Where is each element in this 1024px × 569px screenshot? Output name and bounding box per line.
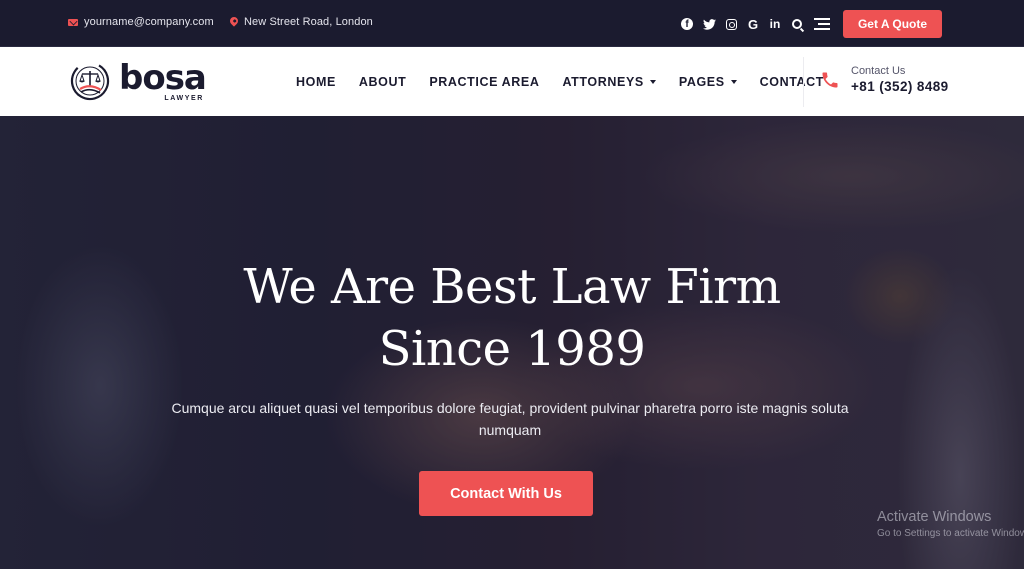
hamburger-icon-bar [814, 28, 830, 30]
main-header: bosa LAWYER HOME ABOUT PRACTICE AREA ATT… [0, 47, 1024, 116]
hero-banner: We Are Best Law Firm Since 1989 Cumque a… [0, 116, 1024, 569]
logo-wordmark: bosa LAWYER [119, 58, 207, 103]
nav-contact[interactable]: CONTACT [760, 75, 824, 89]
nav-about[interactable]: ABOUT [359, 75, 406, 89]
phone-icon [822, 72, 838, 88]
nav-pages[interactable]: PAGES [679, 75, 737, 89]
hero-description: Cumque arcu aliquet quasi vel temporibus… [171, 400, 849, 438]
twitter-link[interactable] [698, 14, 720, 34]
header-divider [803, 57, 804, 107]
facebook-icon: f [681, 18, 693, 30]
google-link[interactable]: G [742, 14, 764, 34]
facebook-link[interactable]: f [676, 14, 698, 34]
main-nav: HOME ABOUT PRACTICE AREA ATTORNEYS PAGES… [296, 47, 847, 116]
hamburger-icon [814, 18, 830, 20]
contact-text: Contact Us +81 (352) 8489 [851, 64, 949, 96]
contact-with-us-button[interactable]: Contact With Us [419, 471, 593, 516]
hamburger-icon-bar [818, 23, 830, 25]
email-text: yourname@company.com [84, 16, 214, 28]
caret-down-icon [730, 79, 737, 84]
contact-phone[interactable]: +81 (352) 8489 [851, 78, 949, 96]
instagram-icon [725, 18, 737, 30]
google-icon: G [747, 16, 759, 32]
contact-label: Contact Us [851, 65, 906, 77]
nav-contact-label: CONTACT [759, 74, 825, 89]
logo-name: bosa [119, 58, 207, 98]
twitter-icon [702, 18, 716, 30]
mail-icon [68, 18, 78, 26]
nav-home[interactable]: HOME [296, 75, 336, 89]
instagram-link[interactable] [720, 14, 742, 34]
search-button[interactable] [786, 14, 808, 34]
search-icon [792, 19, 802, 29]
address-text: New Street Road, London [244, 16, 373, 28]
caret-down-icon [649, 79, 656, 84]
linkedin-icon: in [769, 17, 781, 31]
linkedin-link[interactable]: in [764, 14, 786, 34]
logo-tagline: LAWYER [164, 95, 204, 102]
map-pin-icon [228, 15, 240, 27]
activate-windows-title: Activate Windows [877, 509, 992, 525]
nav-pages-label: PAGES [678, 74, 725, 89]
header-contact[interactable]: Contact Us +81 (352) 8489 [820, 64, 949, 96]
nav-practice-area-label: PRACTICE AREA [429, 74, 540, 89]
nav-home-label: HOME [296, 74, 336, 89]
topbar-email[interactable]: yourname@company.com [68, 16, 214, 28]
activate-windows-subtitle: Go to Settings to activate Windows. [877, 528, 1024, 539]
site-logo[interactable]: bosa LAWYER [70, 58, 207, 103]
hero-title-line-1: We Are Best Law Firm [243, 259, 781, 315]
social-links: f G in [676, 14, 830, 34]
nav-attorneys[interactable]: ATTORNEYS [562, 74, 656, 89]
top-bar: yourname@company.com New Street Road, Lo… [0, 0, 1024, 47]
nav-practice-area[interactable]: PRACTICE AREA [429, 75, 539, 89]
nav-attorneys-label: ATTORNEYS [562, 74, 644, 89]
hero-title: We Are Best Law Firm Since 1989 [0, 256, 1024, 380]
nav-about-label: ABOUT [358, 74, 407, 89]
activate-windows-watermark: Activate Windows Go to Settings to activ… [877, 508, 1024, 542]
scales-of-justice-icon [70, 61, 110, 101]
topbar-address: New Street Road, London [228, 15, 373, 28]
hero-title-line-2: Since 1989 [378, 321, 646, 377]
get-a-quote-button[interactable]: Get A Quote [843, 10, 942, 38]
menu-toggle[interactable] [814, 18, 830, 30]
